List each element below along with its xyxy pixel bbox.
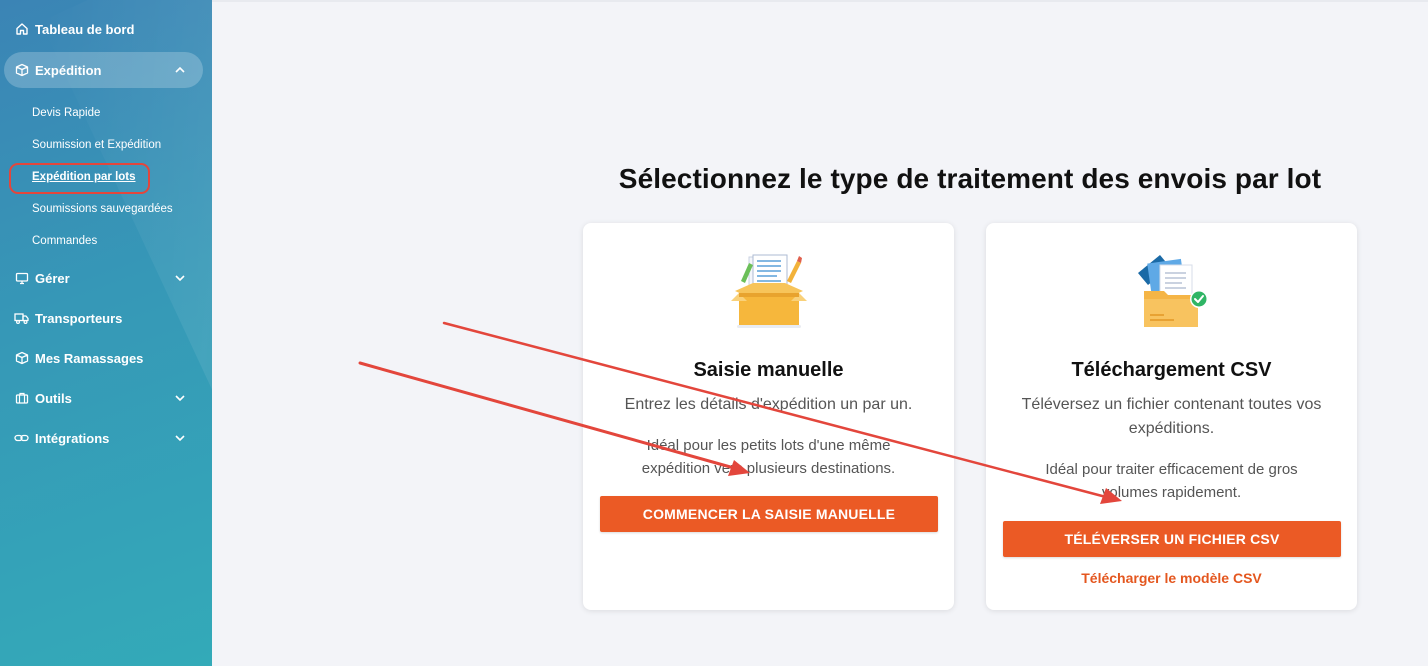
annotation-highlight-ring — [9, 163, 150, 194]
sidebar: Tableau de bord Expédition Devis Rapide … — [0, 0, 212, 666]
sidebar-item-label: Outils — [35, 390, 72, 406]
chevron-down-icon[interactable] — [173, 431, 187, 445]
sidebar-subitem-soumission-expedition[interactable]: Soumission et Expédition — [32, 139, 161, 151]
sidebar-item-outils[interactable]: Outils — [4, 380, 203, 416]
page-title: Sélectionnez le type de traitement des e… — [618, 163, 1322, 194]
manual-card-description: Entrez les détails d'expédition un par u… — [624, 396, 913, 413]
sidebar-item-tableau-de-bord[interactable]: Tableau de bord — [4, 11, 203, 47]
start-manual-entry-button[interactable]: COMMENCER LA SAISIE MANUELLE — [600, 496, 938, 532]
csv-card-description: Téléversez un fichier contenant toutes v… — [1021, 396, 1322, 437]
download-csv-template-link[interactable]: Télécharger le modèle CSV — [986, 570, 1357, 586]
sidebar-item-label: Mes Ramassages — [35, 350, 144, 366]
sidebar-item-label: Intégrations — [35, 430, 110, 446]
sidebar-item-label: Tableau de bord — [35, 21, 135, 37]
sidebar-item-label: Gérer — [35, 270, 70, 286]
chevron-up-icon[interactable] — [173, 63, 187, 77]
sidebar-item-label: Expédition — [35, 62, 102, 78]
sidebar-subitem-soumissions-sauvegardees[interactable]: Soumissions sauvegardées — [32, 203, 173, 215]
sidebar-item-mes-ramassages[interactable]: Mes Ramassages — [4, 340, 203, 376]
truck-icon — [14, 311, 29, 326]
sidebar-item-integrations[interactable]: Intégrations — [4, 420, 203, 456]
csv-folder-illustration — [986, 251, 1357, 331]
manual-entry-card: Saisie manuelle Entrez les détails d'exp… — [583, 223, 954, 610]
top-divider — [212, 0, 1428, 2]
csv-upload-card: Téléchargement CSV Téléversez un fichier… — [986, 223, 1357, 610]
upload-csv-button[interactable]: TÉLÉVERSER UN FICHIER CSV — [1003, 521, 1341, 557]
chevron-down-icon[interactable] — [173, 271, 187, 285]
link-icon — [14, 431, 29, 446]
sidebar-item-label: Transporteurs — [35, 310, 123, 326]
toolbox-icon — [14, 391, 29, 406]
sidebar-subitem-devis-rapide[interactable]: Devis Rapide — [32, 107, 100, 119]
package-icon — [14, 351, 29, 366]
manual-card-note: Idéal pour les petits lots d'une même ex… — [641, 437, 896, 477]
box-icon — [14, 63, 29, 78]
manual-box-illustration — [583, 251, 954, 331]
monitor-icon — [14, 271, 29, 286]
sidebar-subitem-commandes[interactable]: Commandes — [32, 235, 97, 247]
csv-card-title: Téléchargement CSV — [1071, 359, 1272, 381]
sidebar-item-transporteurs[interactable]: Transporteurs — [4, 300, 203, 336]
csv-card-note: Idéal pour traiter efficacement de gros … — [1045, 461, 1298, 501]
chevron-down-icon[interactable] — [173, 391, 187, 405]
manual-card-title: Saisie manuelle — [693, 359, 844, 381]
sidebar-item-gerer[interactable]: Gérer — [4, 260, 203, 296]
sidebar-item-expedition[interactable]: Expédition — [4, 52, 203, 88]
home-icon — [14, 22, 29, 37]
